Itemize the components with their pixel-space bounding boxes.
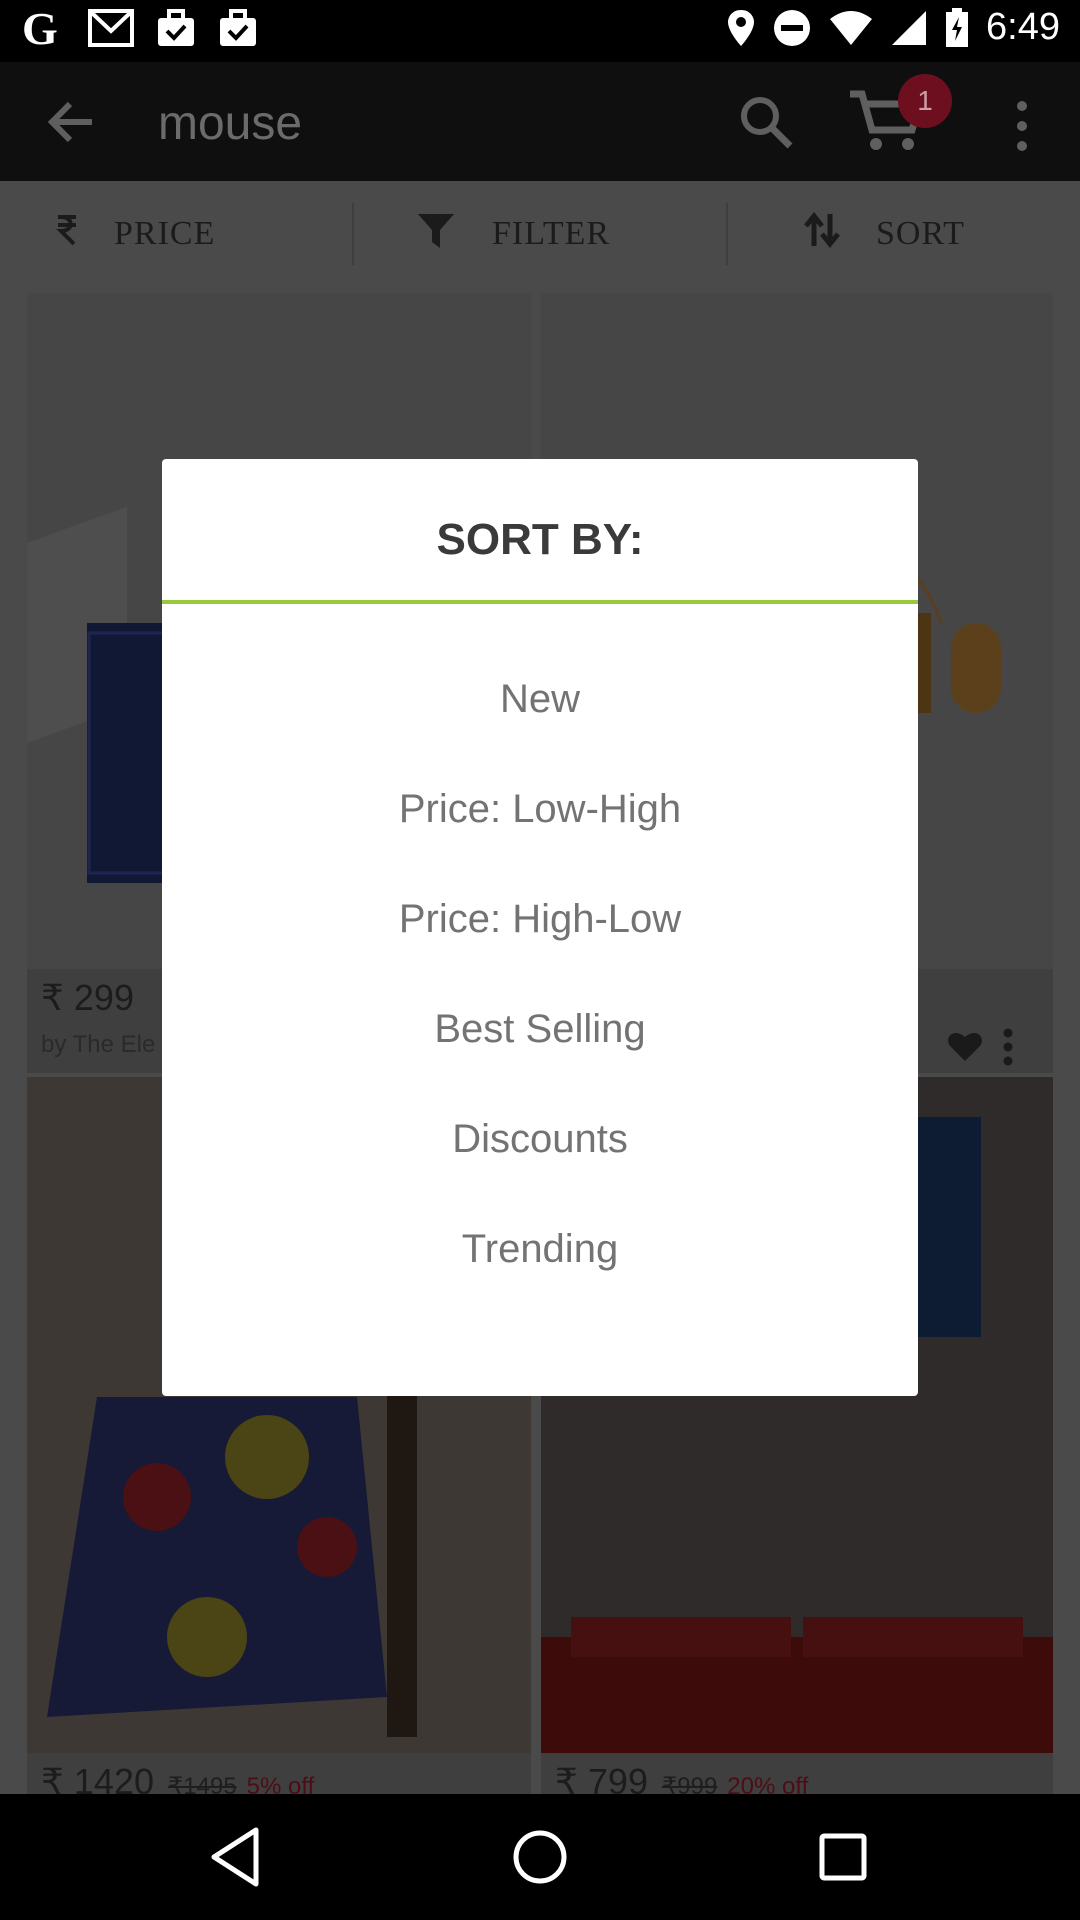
product-seller: by The Ele [41, 1031, 156, 1058]
nav-home-icon[interactable] [507, 1824, 573, 1890]
app-bar: mouse 1 [0, 62, 1080, 181]
sort-arrows-icon [804, 211, 840, 257]
more-vert-icon[interactable] [1001, 1027, 1015, 1067]
product-price: ₹ 299 [41, 977, 134, 1018]
discount-label: 5% off [246, 1773, 315, 1794]
sort-option-price-high-low[interactable]: Price: High-Low [162, 897, 918, 942]
original-price: ₹1495 [168, 1773, 237, 1794]
sort-option-price-low-high[interactable]: Price: Low-High [162, 787, 918, 832]
sort-option-trending[interactable]: Trending [162, 1227, 918, 1272]
wishlist-heart-icon[interactable] [947, 1029, 983, 1063]
tab-price[interactable]: PRICE [56, 181, 215, 287]
status-bar: G 6:49 [0, 0, 1080, 62]
signal-icon [892, 10, 927, 45]
divider [352, 203, 354, 265]
back-arrow-icon[interactable] [40, 90, 104, 154]
tab-label: PRICE [114, 215, 216, 252]
sort-dialog: SORT BY: New Price: Low-High Price: High… [162, 459, 918, 1396]
briefcase-check-icon [158, 9, 194, 46]
tab-filter[interactable]: FILTER [416, 181, 610, 287]
cart-count-badge: 1 [898, 74, 952, 128]
tab-label: SORT [876, 215, 965, 252]
discount-label: 20% off [727, 1773, 809, 1794]
dialog-title: SORT BY: [436, 515, 644, 564]
do-not-disturb-icon [774, 9, 811, 46]
original-price: ₹999 [661, 1773, 718, 1794]
sort-option-best-selling[interactable]: Best Selling [162, 1007, 918, 1052]
funnel-icon [416, 210, 456, 259]
briefcase-check-icon [220, 9, 256, 46]
product-price: ₹ 799 ₹999 20% off [555, 1761, 808, 1794]
sort-option-new[interactable]: New [162, 677, 918, 722]
price-value: ₹ 799 [555, 1761, 648, 1794]
nav-recents-icon[interactable] [810, 1824, 876, 1890]
price-value: ₹ 1420 [41, 1761, 154, 1794]
location-icon [728, 9, 755, 46]
sort-filter-bar: PRICE FILTER SORT [0, 181, 1080, 287]
tab-sort[interactable]: SORT [804, 181, 965, 287]
svg-text:G: G [22, 6, 58, 50]
divider [726, 203, 728, 265]
search-icon[interactable] [736, 92, 796, 152]
clock: 6:49 [986, 6, 1060, 48]
title-divider [162, 600, 918, 604]
more-vert-icon[interactable] [1004, 98, 1040, 154]
sort-option-discounts[interactable]: Discounts [162, 1117, 918, 1162]
nav-back-icon[interactable] [204, 1824, 270, 1890]
system-nav-bar [0, 1794, 1080, 1920]
google-icon: G [22, 6, 58, 50]
gmail-icon [88, 9, 134, 47]
search-query-title[interactable]: mouse [158, 96, 302, 151]
rupee-icon [56, 214, 78, 255]
tab-label: FILTER [492, 215, 611, 252]
battery-charging-icon [946, 7, 969, 47]
product-price: ₹ 1420 ₹1495 5% off [41, 1761, 314, 1794]
wifi-icon [830, 10, 873, 45]
